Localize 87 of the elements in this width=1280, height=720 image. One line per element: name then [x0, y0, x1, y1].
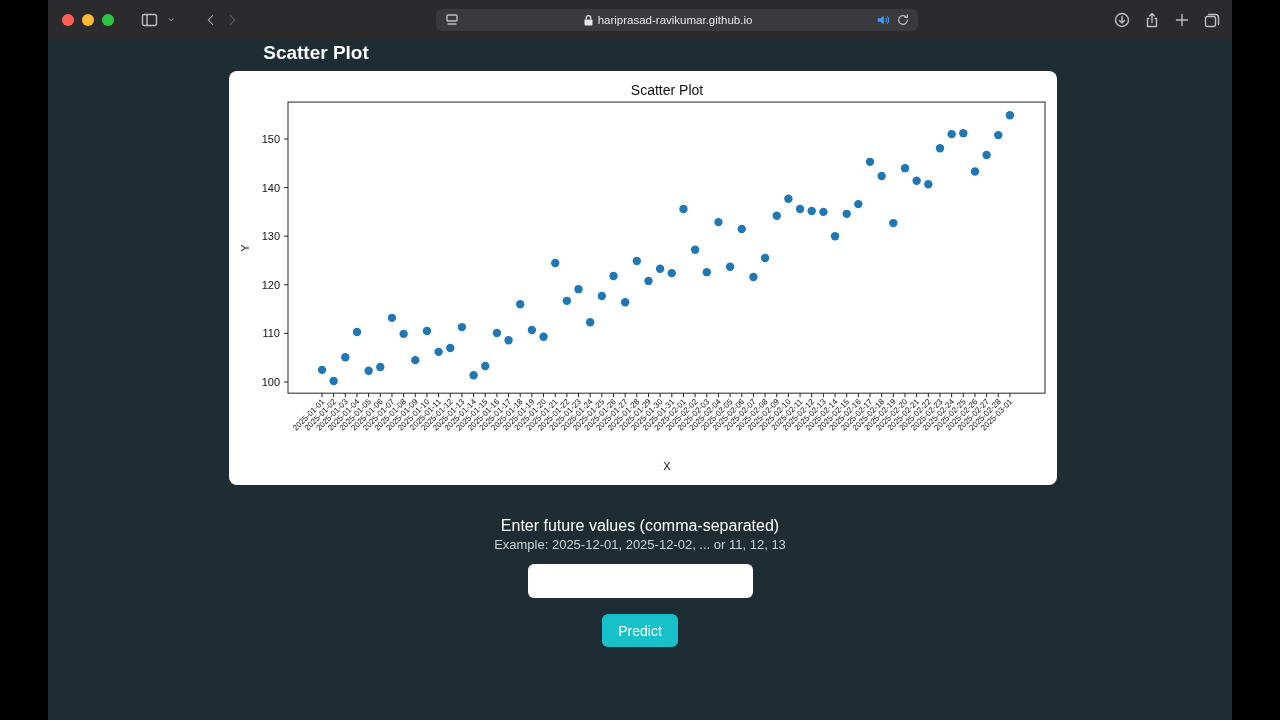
- minimize-button[interactable]: [82, 14, 94, 26]
- data-point: [679, 204, 688, 214]
- zoom-button[interactable]: [102, 14, 114, 26]
- data-point: [900, 163, 910, 173]
- data-point: [959, 128, 968, 138]
- close-button[interactable]: [62, 14, 74, 26]
- data-point: [982, 150, 991, 160]
- data-point: [341, 353, 350, 362]
- data-point: [737, 224, 746, 234]
- data-point: [970, 167, 980, 176]
- data-point: [924, 180, 933, 189]
- data-point: [364, 366, 373, 375]
- data-point: [586, 318, 595, 327]
- data-point: [376, 362, 385, 372]
- y-tick-label: 150: [261, 133, 280, 145]
- data-point: [667, 268, 676, 278]
- data-point: [317, 365, 327, 375]
- data-point: [760, 253, 770, 263]
- tabs-overview-icon[interactable]: [1204, 12, 1220, 28]
- data-point: [620, 298, 630, 307]
- data-point: [446, 343, 455, 353]
- lock-icon: [583, 14, 593, 26]
- data-point: [877, 171, 886, 181]
- data-point: [725, 262, 735, 271]
- y-tick-label: 120: [261, 278, 280, 291]
- y-tick-label: 100: [261, 376, 280, 388]
- data-point: [912, 176, 921, 185]
- y-axis-label: Y: [239, 244, 251, 252]
- data-point: [422, 326, 432, 336]
- input-label: Enter future values (comma-separated): [500, 517, 780, 535]
- data-point: [655, 264, 665, 273]
- y-tick-label: 110: [262, 327, 280, 340]
- data-point: [399, 329, 408, 339]
- share-icon[interactable]: [1144, 12, 1160, 28]
- data-point: [469, 371, 478, 380]
- data-point: [434, 347, 443, 357]
- data-point: [457, 322, 467, 332]
- data-point: [784, 194, 793, 203]
- data-point: [994, 130, 1003, 140]
- data-point: [329, 376, 338, 386]
- data-point: [935, 144, 945, 153]
- data-point: [795, 204, 805, 214]
- data-point: [807, 206, 816, 216]
- data-point: [411, 355, 420, 365]
- data-point: [854, 199, 863, 209]
- page-icon[interactable]: [444, 12, 460, 28]
- data-point: [830, 232, 840, 241]
- data-point: [539, 332, 548, 341]
- data-point: [690, 245, 700, 254]
- data-point: [865, 157, 875, 167]
- y-tick-label: 130: [261, 230, 280, 243]
- url: hariprasad-ravikumar.github.io: [597, 14, 753, 26]
- data-point: [516, 300, 525, 309]
- data-point: [481, 361, 490, 371]
- data-point: [562, 296, 572, 306]
- data-point: [889, 218, 898, 228]
- data-point: [1005, 111, 1015, 120]
- data-point: [749, 272, 758, 282]
- x-axis-label: X: [663, 460, 671, 472]
- data-point: [702, 267, 711, 277]
- sidebar-icon[interactable]: [140, 12, 158, 28]
- data-point: [819, 207, 828, 217]
- chart-title: Scatter Plot: [630, 82, 704, 98]
- data-point: [387, 313, 397, 323]
- data-point: [551, 258, 560, 268]
- data-point: [947, 129, 956, 139]
- input-field[interactable]: [527, 564, 753, 598]
- data-point: [574, 284, 583, 294]
- section-heading: Scatter Plot: [263, 41, 369, 65]
- data-point: [644, 276, 653, 286]
- download-icon[interactable]: [1114, 12, 1130, 28]
- speaker-icon[interactable]: [876, 13, 890, 27]
- y-tick-label: 140: [261, 181, 280, 194]
- data-point: [609, 271, 618, 281]
- reload-icon[interactable]: [896, 12, 910, 28]
- data-point: [714, 217, 723, 227]
- data-point: [352, 327, 362, 337]
- new-tab-icon[interactable]: [1174, 12, 1190, 28]
- data-point: [597, 291, 607, 301]
- data-point: [632, 256, 641, 266]
- data-point: [504, 336, 513, 345]
- data-point: [492, 328, 502, 338]
- data-point: [842, 209, 851, 219]
- input-hint: Example: 2025-12-01, 2025-12-02, ... or 11, 12, 13: [494, 537, 786, 552]
- data-point: [772, 211, 781, 220]
- data-point: [527, 325, 537, 335]
- address-bar[interactable]: hariprasad-ravikumar.github.io: [436, 9, 918, 31]
